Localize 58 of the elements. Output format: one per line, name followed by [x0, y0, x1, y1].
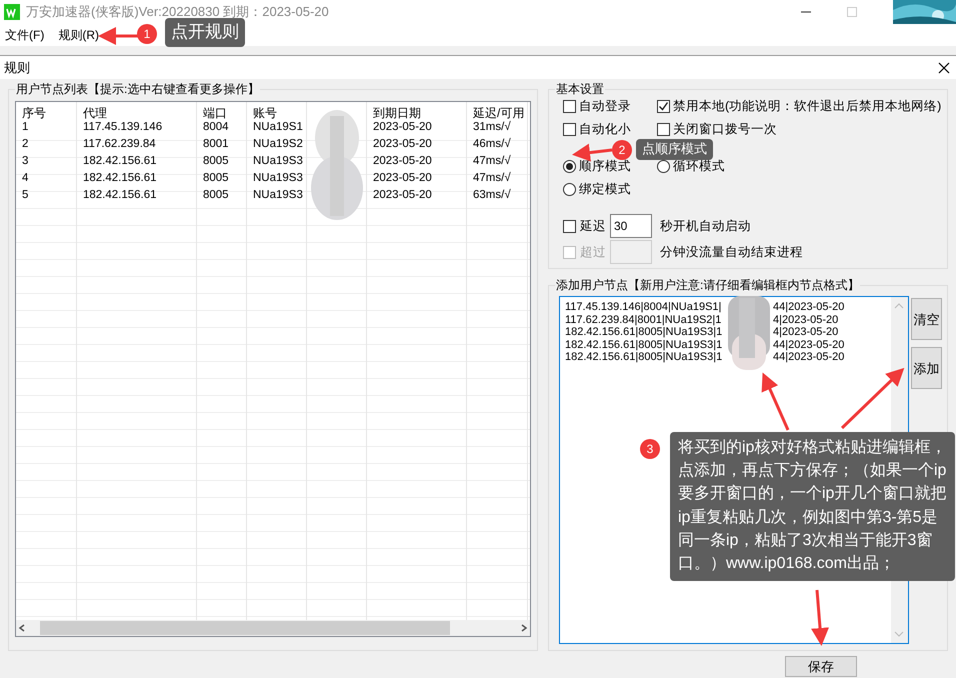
table-cell-text: 1 — [21, 120, 30, 135]
option-label: 分钟没流量自动结束进程 — [660, 244, 803, 261]
table-cell-text: 117.45.139.146 — [82, 120, 164, 135]
table-cell-text: 4 — [21, 171, 30, 186]
text-line: 182.42.156.61|8005|NUa19S3|1 — [565, 326, 724, 338]
table-cell-text: NUa19S3 — [252, 188, 304, 203]
annotation-tooltip: 将买到的ip核对好格式粘贴进编辑框，点添加，再点下方保存；（如果一个ip要多开窗口的，一个ip开几个窗口就把ip重复粘贴几次，例如图中第3-第5是同一条ip，粘贴了3次相当于能开3窗口。）www.ip0168.com出品； — [670, 432, 955, 582]
table-cell-text: 47ms/√ — [472, 154, 512, 169]
text-line: 44|2023-05-20 — [773, 338, 846, 351]
table-cell-text: 3 — [21, 154, 30, 169]
dialog-title: 规则 — [4, 58, 30, 77]
option-label: 关闭窗口拨号一次 — [673, 121, 777, 138]
table-cell-text: 8005 — [202, 171, 230, 186]
option-label: 顺序模式 — [579, 158, 631, 176]
text-line: 4|2023-05-20 — [773, 326, 840, 338]
annotation-tooltip: 点开规则 — [165, 18, 245, 47]
option-label: 自动登录 — [579, 98, 631, 116]
text-line: 117.62.239.84|8001|NUa19S2|1 — [565, 314, 722, 326]
group-title: 用户节点列表【提示:选中右键查看更多操作】 — [15, 82, 260, 96]
table-cell-text: NUa19S3 — [252, 171, 304, 186]
table-cell-text: 8005 — [202, 188, 230, 203]
option-label: 禁用本地(功能说明：软件退出后禁用本地网络) — [673, 98, 942, 116]
table-cell-text: 2 — [21, 137, 30, 152]
option-label: 绑定模式 — [579, 181, 631, 198]
table-cell-text: 2023-05-20 — [372, 154, 433, 169]
table-cell-text: 182.42.156.61 — [82, 188, 158, 203]
option-label: 超过 — [580, 244, 606, 261]
group-title: 添加用户节点【新用户注意:请仔细看编辑框内节点格式】 — [555, 278, 860, 292]
option-label: 自动化小 — [579, 121, 631, 138]
table-cell-text: 46ms/√ — [472, 136, 512, 152]
option-label: 延迟 — [580, 218, 606, 235]
option-label: 循环模式 — [673, 158, 725, 176]
table-cell-text: NUa19S1 — [252, 120, 304, 135]
table-cell-text: 2023-05-20 — [372, 120, 433, 135]
table-cell-text: 5 — [21, 188, 30, 203]
table-cell-text: 2023-05-20 — [372, 171, 433, 186]
text-line: 44|2023-05-20 — [773, 301, 846, 314]
table-cell-text: 8001 — [202, 137, 230, 152]
table-cell-text: NUa19S2 — [252, 137, 304, 152]
option-label: 秒开机自动启动 — [660, 218, 751, 235]
text-line: 182.42.156.61|8005|NUa19S3|1 — [565, 338, 724, 351]
table-cell-text: 182.42.156.61 — [82, 171, 158, 186]
table-cell-text: NUa19S3 — [252, 154, 304, 169]
table-cell-text: 8004 — [202, 120, 230, 135]
table-cell-text: 2023-05-20 — [372, 188, 433, 203]
text-line: 4|2023-05-20 — [773, 314, 840, 326]
table-cell-text: 2023-05-20 — [372, 137, 433, 152]
table-cell-text: 47ms/√ — [472, 170, 512, 186]
group-title: 基本设置 — [555, 82, 605, 96]
annotation-tooltip: 点顺序模式 — [636, 139, 713, 160]
text-line: 44|2023-05-20 — [773, 351, 846, 364]
table-cell-text: 117.62.239.84 — [82, 137, 157, 152]
table-cell-text: 182.42.156.61 — [82, 154, 158, 169]
text-line: 117.45.139.146|8004|NUa19S1| — [565, 301, 722, 314]
table-cell-text: 31ms/√ — [472, 120, 512, 135]
table-cell-text: 8005 — [202, 154, 230, 169]
table-cell-text: 63ms/√ — [472, 188, 512, 203]
text-line: 182.42.156.61|8005|NUa19S3|1 — [565, 351, 724, 364]
